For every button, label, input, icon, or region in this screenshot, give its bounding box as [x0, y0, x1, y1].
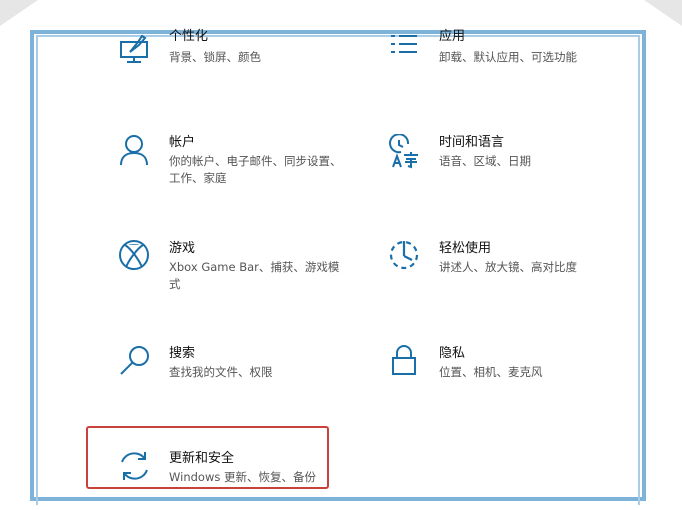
- tile-description: 讲述人、放大镜、高对比度: [439, 260, 577, 274]
- tile-title: 个性化: [169, 29, 209, 44]
- settings-tile-privacy[interactable]: 隐私 位置、相机、麦克风: [388, 345, 628, 405]
- tile-title: 时间和语言: [439, 135, 505, 150]
- tile-description: 你的帐户、电子邮件、同步设置、工作、家庭: [169, 154, 342, 185]
- search-icon: [118, 345, 154, 385]
- person-icon: [118, 134, 154, 174]
- settings-tile-accounts[interactable]: 帐户 你的帐户、电子邮件、同步设置、工作、家庭: [118, 134, 358, 194]
- lock-icon: [388, 345, 424, 385]
- page-corner-right: [644, 0, 682, 26]
- xbox-icon: [118, 240, 154, 280]
- tile-title: 帐户: [169, 135, 196, 150]
- ease-of-access-icon: [388, 240, 424, 280]
- tile-title: 游戏: [169, 241, 196, 256]
- settings-tile-time-language[interactable]: 时间和语言 语音、区域、日期: [388, 134, 628, 194]
- tile-title: 应用: [439, 29, 466, 44]
- tile-description: 语音、区域、日期: [439, 154, 531, 168]
- settings-tile-ease-of-access[interactable]: 轻松使用 讲述人、放大镜、高对比度: [388, 240, 628, 300]
- highlight-box: [86, 426, 329, 489]
- settings-tile-apps[interactable]: 应用 卸载、默认应用、可选功能: [388, 29, 628, 92]
- time-language-icon: [388, 134, 424, 174]
- settings-tile-gaming[interactable]: 游戏 Xbox Game Bar、捕获、游戏模式: [118, 240, 358, 300]
- settings-tile-search[interactable]: 搜索 查找我的文件、权限: [118, 345, 358, 405]
- tile-description: 查找我的文件、权限: [169, 365, 273, 379]
- apps-list-icon: [388, 32, 424, 72]
- tile-description: Xbox Game Bar、捕获、游戏模式: [169, 260, 340, 291]
- personalization-icon: [118, 32, 154, 72]
- tile-title: 隐私: [439, 346, 466, 361]
- settings-tile-personalization[interactable]: 个性化 背景、锁屏、颜色: [118, 29, 358, 92]
- tile-title: 轻松使用: [439, 241, 492, 256]
- tile-title: 搜索: [169, 346, 196, 361]
- page-corner-left: [0, 0, 38, 26]
- tile-description: 卸载、默认应用、可选功能: [439, 50, 577, 64]
- tile-description: 背景、锁屏、颜色: [169, 50, 261, 64]
- tile-description: 位置、相机、麦克风: [439, 365, 543, 379]
